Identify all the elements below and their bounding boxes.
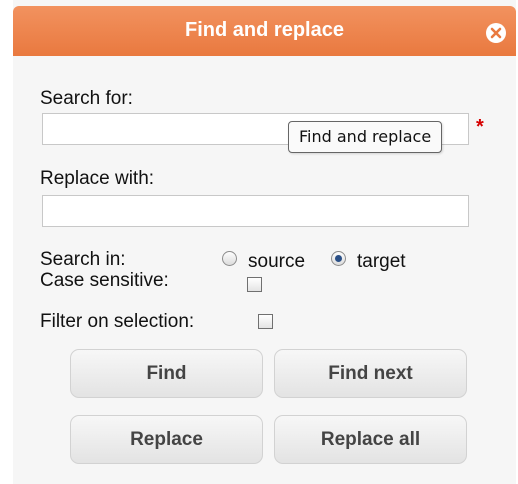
- find-replace-dialog: Find and replace Search for: * Find and …: [13, 0, 516, 484]
- find-button[interactable]: Find: [70, 349, 263, 398]
- radio-source[interactable]: [222, 251, 237, 266]
- replace-all-button[interactable]: Replace all: [274, 415, 467, 464]
- replace-button[interactable]: Replace: [70, 415, 263, 464]
- dialog-title: Find and replace: [185, 19, 344, 41]
- radio-target[interactable]: [331, 251, 346, 266]
- replace-with-label: Replace with:: [40, 168, 155, 189]
- filter-selection-label: Filter on selection:: [40, 311, 195, 332]
- radio-target-label[interactable]: target: [357, 251, 406, 273]
- search-for-label: Search for:: [40, 88, 133, 109]
- search-tooltip: Find and replace: [288, 121, 443, 153]
- case-sensitive-label: Case sensitive:: [40, 270, 169, 291]
- close-icon[interactable]: [486, 23, 506, 43]
- case-sensitive-checkbox[interactable]: [247, 277, 262, 292]
- filter-selection-checkbox[interactable]: [258, 314, 273, 329]
- dialog-titlebar: Find and replace: [13, 6, 516, 56]
- replace-input[interactable]: [42, 195, 469, 227]
- required-marker: *: [476, 116, 484, 138]
- radio-source-label[interactable]: source: [248, 251, 305, 273]
- search-in-label: Search in:: [40, 249, 126, 270]
- find-next-button[interactable]: Find next: [274, 349, 467, 398]
